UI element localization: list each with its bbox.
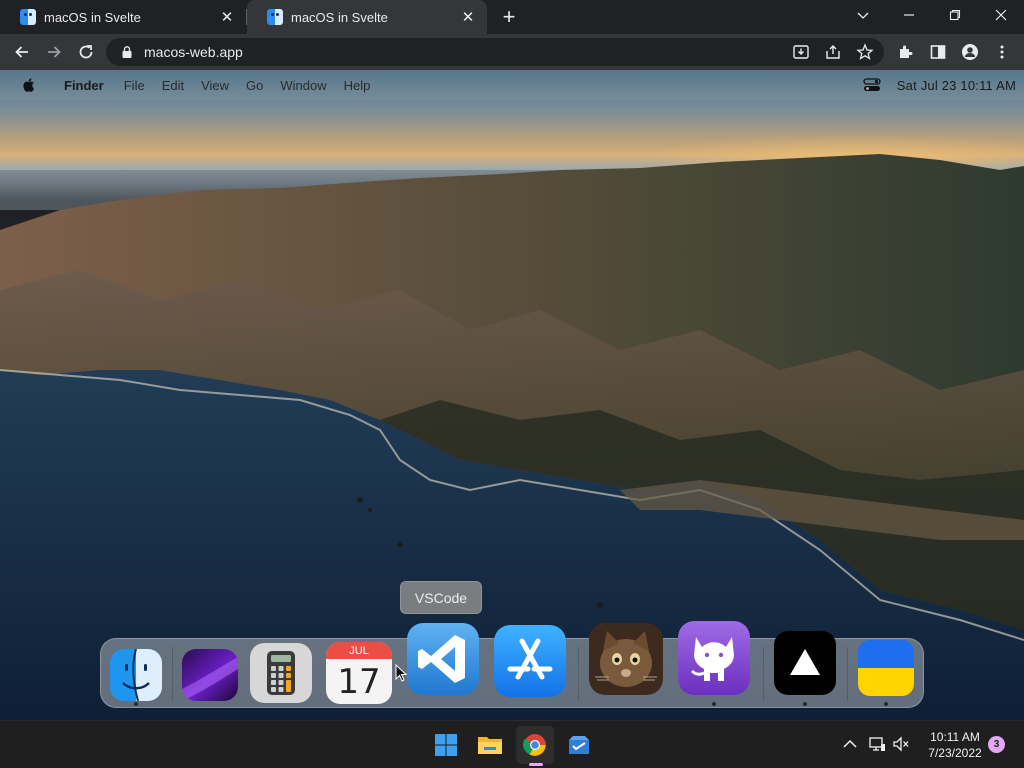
- dock-separator: [763, 647, 764, 701]
- file-explorer-icon[interactable]: [471, 726, 509, 764]
- calendar-day: 17: [337, 661, 381, 702]
- running-indicator: [884, 702, 888, 706]
- dock: JUL 17: [100, 621, 924, 708]
- network-icon[interactable]: [868, 735, 886, 753]
- app-store-icon[interactable]: [494, 625, 566, 697]
- menu-help[interactable]: Help: [344, 78, 371, 93]
- volume-muted-icon[interactable]: [892, 735, 910, 753]
- running-indicator: [134, 702, 138, 706]
- minimize-button[interactable]: [886, 0, 932, 30]
- restore-button[interactable]: [932, 0, 978, 30]
- running-indicator: [712, 702, 716, 706]
- taskbar-time: 10:11 AM: [930, 730, 980, 744]
- tab-title: macOS in Svelte: [291, 9, 388, 25]
- finder-favicon-icon: [267, 9, 283, 25]
- new-tab-button[interactable]: +: [496, 4, 522, 30]
- macos-menu-bar: Finder File Edit View Go Window Help Sat…: [0, 70, 1024, 100]
- menu-app-name[interactable]: Finder: [64, 78, 104, 93]
- windows-taskbar: 10:11 AM 7/23/2022 3: [0, 720, 1024, 768]
- reload-button[interactable]: [72, 38, 100, 66]
- finder-icon[interactable]: [110, 649, 162, 701]
- chrome-icon[interactable]: [516, 726, 554, 764]
- tab-close-icon[interactable]: ✕: [218, 8, 236, 26]
- windows-start-icon[interactable]: [427, 726, 465, 764]
- url-text: macos-web.app: [144, 44, 243, 60]
- menu-window[interactable]: Window: [280, 78, 326, 93]
- bookmark-star-icon[interactable]: [856, 43, 874, 61]
- forward-button[interactable]: [40, 38, 68, 66]
- notification-badge[interactable]: 3: [988, 736, 1005, 753]
- taskbar-clock[interactable]: 10:11 AM 7/23/2022: [915, 729, 995, 761]
- apple-logo-icon[interactable]: [22, 77, 36, 93]
- vscode-icon[interactable]: [407, 623, 479, 695]
- finder-favicon-icon: [20, 9, 36, 25]
- dock-tooltip: VSCode: [400, 581, 482, 614]
- install-app-icon[interactable]: [792, 43, 810, 61]
- calendar-month: JUL: [326, 642, 392, 659]
- mouse-cursor-icon: [395, 664, 407, 682]
- menu-clock[interactable]: Sat Jul 23 10:11 AM: [897, 78, 1016, 93]
- dock-separator: [172, 647, 173, 701]
- vercel-icon[interactable]: [774, 631, 836, 695]
- extensions-icon[interactable]: [892, 38, 920, 66]
- close-window-button[interactable]: [978, 0, 1024, 30]
- control-center-icon[interactable]: [863, 78, 881, 92]
- tab-title: macOS in Svelte: [44, 9, 141, 25]
- store-icon[interactable]: [560, 726, 598, 764]
- running-indicator: [803, 702, 807, 706]
- chevron-down-icon[interactable]: [840, 0, 886, 30]
- taskbar-date: 7/23/2022: [928, 746, 982, 760]
- profile-avatar[interactable]: [956, 38, 984, 66]
- big-sur-wallpaper: [0, 154, 1024, 720]
- cat-photo-icon[interactable]: [589, 623, 663, 695]
- dock-separator: [578, 647, 579, 701]
- browser-tab-strip: macOS in Svelte ✕ macOS in Svelte ✕ +: [0, 0, 1024, 34]
- active-app-indicator: [529, 763, 543, 766]
- calculator-icon[interactable]: [250, 643, 312, 703]
- ukraine-flag-icon[interactable]: [858, 640, 914, 696]
- kebab-menu-icon[interactable]: [988, 38, 1016, 66]
- github-icon[interactable]: [678, 621, 750, 695]
- browser-toolbar: macos-web.app: [0, 34, 1024, 70]
- chevron-up-icon[interactable]: [841, 735, 859, 753]
- macos-desktop: Finder File Edit View Go Window Help Sat…: [0, 70, 1024, 720]
- calendar-icon[interactable]: JUL 17: [326, 642, 392, 704]
- side-panel-icon[interactable]: [924, 38, 952, 66]
- back-button[interactable]: [8, 38, 36, 66]
- lock-icon: [122, 46, 132, 58]
- browser-tab-1[interactable]: macOS in Svelte ✕: [0, 0, 246, 34]
- address-bar[interactable]: macos-web.app: [106, 38, 884, 66]
- menu-view[interactable]: View: [201, 78, 229, 93]
- menu-file[interactable]: File: [124, 78, 145, 93]
- browser-tab-2[interactable]: macOS in Svelte ✕: [247, 0, 487, 34]
- share-icon[interactable]: [824, 43, 842, 61]
- dock-separator: [847, 647, 848, 701]
- menu-go[interactable]: Go: [246, 78, 263, 93]
- tab-close-icon[interactable]: ✕: [459, 8, 477, 26]
- menu-edit[interactable]: Edit: [162, 78, 184, 93]
- purple-wallpaper-icon[interactable]: [182, 649, 238, 701]
